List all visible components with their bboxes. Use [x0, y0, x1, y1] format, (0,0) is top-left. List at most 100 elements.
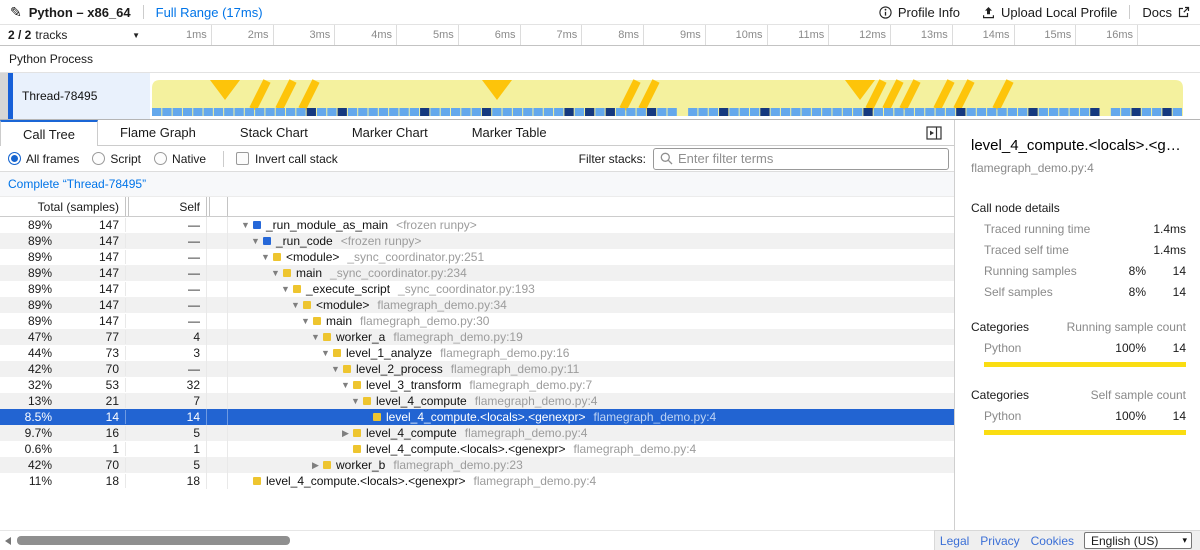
- row-icon-cell: [206, 329, 227, 345]
- tab-stack-chart[interactable]: Stack Chart: [218, 120, 330, 145]
- table-row[interactable]: 0.6%11level_4_compute.<locals>.<genexpr>…: [0, 441, 954, 457]
- filter-stacks-label: Filter stacks:: [579, 152, 646, 166]
- file-location: flamegraph_demo.py:11: [451, 362, 580, 376]
- function-name: level_4_compute.<locals>.<genexpr>: [266, 474, 465, 488]
- expand-toggle-icon[interactable]: ▼: [259, 252, 272, 262]
- total-samples: 147: [52, 218, 125, 232]
- category-square-icon: [303, 301, 311, 309]
- table-row[interactable]: 9.7%165▶level_4_computeflamegraph_demo.p…: [0, 425, 954, 441]
- thread-track-label[interactable]: Thread-78495: [13, 73, 150, 119]
- table-row[interactable]: 89%147—▼mainflamegraph_demo.py:30: [0, 313, 954, 329]
- self-samples: —: [125, 234, 206, 248]
- category-square-icon: [273, 253, 281, 261]
- function-name: level_3_transform: [366, 378, 461, 392]
- table-row[interactable]: 13%217▼level_4_computeflamegraph_demo.py…: [0, 393, 954, 409]
- thread-track[interactable]: Thread-78495: [0, 73, 1200, 119]
- scrollbar-thumb[interactable]: [17, 536, 290, 545]
- table-row[interactable]: 89%147—▼main_sync_coordinator.py:234: [0, 265, 954, 281]
- checkbox-icon: [236, 152, 249, 165]
- category-square-icon: [323, 461, 331, 469]
- expand-toggle-icon[interactable]: ▼: [329, 364, 342, 374]
- expand-toggle-icon[interactable]: ▼: [239, 220, 252, 230]
- language-select[interactable]: English (US) ▾: [1084, 532, 1192, 549]
- footer-link-cookies[interactable]: Cookies: [1031, 534, 1074, 548]
- self-samples: 5: [125, 458, 206, 472]
- tracks-dropdown[interactable]: 2 / 2 tracks ▼: [0, 25, 150, 45]
- table-row[interactable]: 89%147—▼_run_code<frozen runpy>: [0, 233, 954, 249]
- table-row[interactable]: 44%733▼level_1_analyzeflamegraph_demo.py…: [0, 345, 954, 361]
- tab-marker-chart[interactable]: Marker Chart: [330, 120, 450, 145]
- profile-info-button[interactable]: Profile Info: [879, 5, 960, 20]
- category-square-icon: [363, 397, 371, 405]
- total-samples: 77: [52, 330, 125, 344]
- total-percent: 47%: [0, 330, 52, 344]
- radio-script[interactable]: Script: [92, 152, 141, 166]
- edit-profile-name-icon[interactable]: ✎: [10, 5, 22, 19]
- row-icon-cell: [206, 297, 227, 313]
- detail-row: Self samples 8% 14: [971, 285, 1186, 299]
- tab-call-tree[interactable]: Call Tree: [0, 120, 98, 146]
- expand-toggle-icon[interactable]: ▼: [299, 316, 312, 326]
- docs-link[interactable]: Docs: [1142, 5, 1190, 20]
- function-name: worker_b: [336, 458, 385, 472]
- expand-toggle-icon[interactable]: ▶: [339, 428, 352, 439]
- expand-toggle-icon[interactable]: ▼: [349, 396, 362, 406]
- ruler-tick: 5ms: [397, 25, 459, 45]
- upload-profile-button[interactable]: Upload Local Profile: [982, 5, 1117, 20]
- column-header-icon: [206, 197, 227, 216]
- table-row[interactable]: 89%147—▼_run_module_as_main<frozen runpy…: [0, 217, 954, 233]
- footer-link-legal[interactable]: Legal: [940, 534, 969, 548]
- expand-toggle-icon[interactable]: ▼: [279, 284, 292, 294]
- process-track-label[interactable]: Python Process: [0, 46, 1200, 73]
- file-location: _sync_coordinator.py:193: [398, 282, 535, 296]
- file-location: <frozen runpy>: [396, 218, 477, 232]
- sidebar-toggle-button[interactable]: [914, 120, 954, 145]
- category-square-icon: [343, 365, 351, 373]
- expand-toggle-icon[interactable]: ▼: [249, 236, 262, 246]
- filter-stacks-searchbox[interactable]: [653, 148, 949, 170]
- table-row[interactable]: 89%147—▼<module>flamegraph_demo.py:34: [0, 297, 954, 313]
- horizontal-scrollbar[interactable]: [0, 530, 934, 550]
- scroll-left-arrow-icon[interactable]: [5, 537, 11, 545]
- table-row[interactable]: 89%147—▼_execute_script_sync_coordinator…: [0, 281, 954, 297]
- breadcrumb-root-link[interactable]: Complete “Thread-78495”: [8, 177, 146, 191]
- external-link-icon: [1178, 6, 1190, 18]
- expand-toggle-icon[interactable]: ▼: [309, 332, 322, 342]
- tab-flame-graph[interactable]: Flame Graph: [98, 120, 218, 145]
- timeline: 2 / 2 tracks ▼ 1ms2ms3ms4ms5ms6ms7ms8ms9…: [0, 25, 1200, 120]
- radio-native[interactable]: Native: [154, 152, 206, 166]
- column-header-self[interactable]: Self: [125, 197, 206, 216]
- expand-toggle-icon[interactable]: ▼: [339, 380, 352, 390]
- table-row[interactable]: 47%774▼worker_aflamegraph_demo.py:19: [0, 329, 954, 345]
- total-samples: 147: [52, 266, 125, 280]
- thread-activity-graph[interactable]: [150, 73, 1185, 119]
- row-icon-cell: [206, 425, 227, 441]
- footer-link-privacy[interactable]: Privacy: [980, 534, 1019, 548]
- full-range-link[interactable]: Full Range (17ms): [156, 5, 263, 20]
- filter-stacks-input[interactable]: [678, 151, 942, 166]
- category-square-icon: [373, 413, 381, 421]
- total-percent: 9.7%: [0, 426, 52, 440]
- self-samples: 1: [125, 442, 206, 456]
- table-row[interactable]: 11%1818level_4_compute.<locals>.<genexpr…: [0, 473, 954, 489]
- total-samples: 18: [52, 474, 125, 488]
- total-samples: 53: [52, 378, 125, 392]
- table-row[interactable]: 8.5%1414level_4_compute.<locals>.<genexp…: [0, 409, 954, 425]
- table-row[interactable]: 42%705▶worker_bflamegraph_demo.py:23: [0, 457, 954, 473]
- column-header-total[interactable]: Total (samples): [0, 197, 125, 216]
- invert-call-stack-checkbox[interactable]: Invert call stack: [236, 152, 338, 166]
- ruler-tick: 3ms: [274, 25, 336, 45]
- expand-toggle-icon[interactable]: ▶: [309, 460, 322, 471]
- expand-toggle-icon[interactable]: ▼: [319, 348, 332, 358]
- expand-toggle-icon[interactable]: ▼: [289, 300, 302, 310]
- expand-toggle-icon[interactable]: ▼: [269, 268, 282, 278]
- radio-all-frames[interactable]: All frames: [8, 152, 79, 166]
- divider: [1129, 5, 1130, 19]
- table-row[interactable]: 32%5332▼level_3_transformflamegraph_demo…: [0, 377, 954, 393]
- table-row[interactable]: 89%147—▼<module>_sync_coordinator.py:251: [0, 249, 954, 265]
- row-icon-cell: [206, 233, 227, 249]
- tab-marker-table[interactable]: Marker Table: [450, 120, 569, 145]
- function-name: level_1_analyze: [346, 346, 432, 360]
- table-row[interactable]: 42%70—▼level_2_processflamegraph_demo.py…: [0, 361, 954, 377]
- ruler-tick: 2ms: [212, 25, 274, 45]
